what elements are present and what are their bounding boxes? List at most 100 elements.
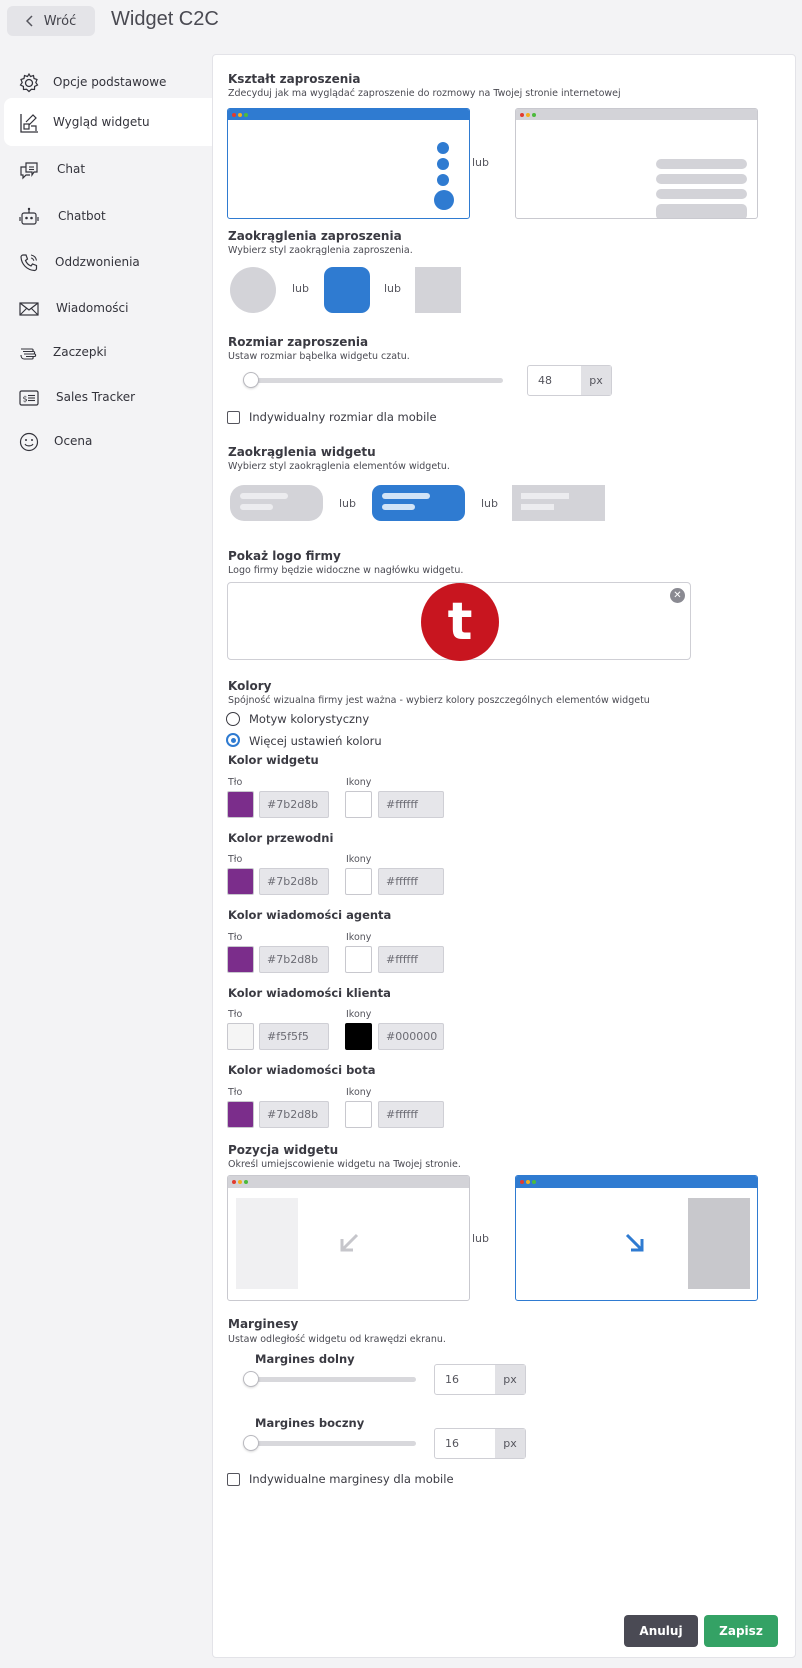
- margin-side-input[interactable]: 16 px: [434, 1428, 526, 1459]
- sidebar-item-label: Wiadomości: [56, 301, 129, 315]
- bg-color-value[interactable]: #7b2d8b: [259, 791, 329, 818]
- color-group-title: Kolor wiadomości klienta: [228, 986, 391, 1000]
- sidebar-item-label: Zaczepki: [53, 345, 107, 359]
- bg-color-swatch[interactable]: [227, 946, 254, 973]
- sidebar-item-callbacks[interactable]: Oddzwonienia: [4, 238, 212, 286]
- back-label: Wróć: [43, 13, 77, 29]
- sidebar-item-chatbot[interactable]: Chatbot: [4, 192, 212, 240]
- widget-rounding-square-option[interactable]: [512, 485, 605, 521]
- icons-label: Ikony: [346, 1009, 372, 1020]
- sidebar-item-hooks[interactable]: Zaczepki: [4, 328, 212, 376]
- widget-rounding-round-option[interactable]: [230, 485, 323, 521]
- sidebar-item-messages[interactable]: Wiadomości: [4, 284, 212, 332]
- widget-rounding-medium-option[interactable]: [372, 485, 465, 521]
- icons-color-swatch[interactable]: [345, 946, 372, 973]
- remove-logo-icon[interactable]: ✕: [670, 588, 685, 603]
- margin-side-value[interactable]: 16: [435, 1429, 495, 1458]
- more-colors-radio-label: Więcej ustawień koloru: [249, 734, 382, 748]
- invitation-size-slider-handle[interactable]: [243, 372, 259, 388]
- invitation-size-input[interactable]: 48 px: [527, 365, 612, 396]
- bg-color-swatch[interactable]: [227, 791, 254, 818]
- bg-color-value[interactable]: #f5f5f5: [259, 1023, 329, 1050]
- mobile-margins-checkbox[interactable]: [227, 1473, 240, 1486]
- invitation-shape-desc: Zdecyduj jak ma wyglądać zaproszenie do …: [228, 88, 621, 99]
- invitation-size-slider-track[interactable]: [246, 378, 503, 383]
- more-colors-radio[interactable]: [226, 733, 240, 747]
- margin-side-slider-handle[interactable]: [243, 1435, 259, 1451]
- bg-color-value[interactable]: #7b2d8b: [259, 1101, 329, 1128]
- save-button[interactable]: Zapisz: [704, 1615, 778, 1647]
- margin-bottom-slider-handle[interactable]: [243, 1371, 259, 1387]
- sidebar-item-label: Sales Tracker: [56, 390, 136, 404]
- invitation-rounding-desc: Wybierz styl zaokrąglenia zaproszenia.: [228, 245, 413, 256]
- position-right-option[interactable]: [515, 1175, 758, 1301]
- icons-color-swatch[interactable]: [345, 868, 372, 895]
- sidebar-item-label: Wygląd widgetu: [53, 115, 150, 129]
- icons-color-value[interactable]: #ffffff: [378, 946, 444, 973]
- or-label: lub: [481, 497, 499, 510]
- invitation-shape-bubbles-option[interactable]: [227, 108, 470, 219]
- position-title: Pozycja widgetu: [228, 1143, 339, 1157]
- color-group-title: Kolor przewodni: [228, 831, 334, 845]
- rounding-rounded-option[interactable]: [324, 267, 370, 313]
- arrow-down-left-icon: [340, 1233, 359, 1252]
- colors-title: Kolory: [228, 679, 272, 693]
- margin-side-unit: px: [495, 1429, 525, 1458]
- gear-icon: [19, 72, 39, 93]
- envelope-icon: [19, 302, 39, 316]
- icons-color-swatch[interactable]: [345, 1023, 372, 1050]
- icons-color-value[interactable]: #000000: [378, 1023, 444, 1050]
- logo-desc: Logo firmy będzie widoczne w nagłówku wi…: [228, 565, 464, 576]
- theme-radio[interactable]: [226, 712, 240, 726]
- bg-color-swatch[interactable]: [227, 1023, 254, 1050]
- arrow-down-right-icon: [625, 1233, 644, 1252]
- bg-color-value[interactable]: #7b2d8b: [259, 868, 329, 895]
- margins-desc: Ustaw odległość widgetu od krawędzi ekra…: [228, 1334, 446, 1345]
- invitation-rounding-title: Zaokrąglenia zaproszenia: [228, 229, 402, 243]
- sidebar-item-rating[interactable]: Ocena: [4, 417, 212, 465]
- logo-upload-box[interactable]: t ✕: [227, 582, 691, 661]
- margins-title: Marginesy: [228, 1317, 299, 1331]
- sidebar-item-label: Oddzwonienia: [55, 255, 140, 269]
- bg-color-swatch[interactable]: [227, 868, 254, 895]
- icons-color-value[interactable]: #ffffff: [378, 1101, 444, 1128]
- bg-label: Tło: [228, 1087, 243, 1098]
- invitation-shape-title: Kształt zaproszenia: [228, 72, 361, 86]
- sidebar-item-sales-tracker[interactable]: $ Sales Tracker: [4, 373, 212, 421]
- margin-side-label: Margines boczny: [255, 1416, 365, 1430]
- margin-bottom-slider-track[interactable]: [246, 1377, 416, 1382]
- chat-icon: [20, 162, 38, 180]
- widget-rounding-title: Zaokrąglenia widgetu: [228, 445, 376, 459]
- or-label: lub: [292, 282, 310, 295]
- bg-label: Tło: [228, 777, 243, 788]
- bg-color-value[interactable]: #7b2d8b: [259, 946, 329, 973]
- bg-color-swatch[interactable]: [227, 1101, 254, 1128]
- icons-color-swatch[interactable]: [345, 1101, 372, 1128]
- rounding-circle-option[interactable]: [230, 267, 276, 313]
- back-button[interactable]: Wróć: [7, 6, 95, 36]
- sidebar-item-label: Chatbot: [58, 209, 106, 223]
- icons-color-value[interactable]: #ffffff: [378, 791, 444, 818]
- position-left-option[interactable]: [227, 1175, 470, 1301]
- icons-color-value[interactable]: #ffffff: [378, 868, 444, 895]
- invitation-size-value[interactable]: 48: [528, 366, 581, 395]
- cancel-button[interactable]: Anuluj: [624, 1615, 698, 1647]
- sidebar-item-chat[interactable]: Chat: [4, 145, 212, 193]
- invitation-shape-bars-option[interactable]: [515, 108, 758, 219]
- invitation-size-desc: Ustaw rozmiar bąbelka widgetu czatu.: [228, 351, 410, 362]
- color-group-title: Kolor wiadomości agenta: [228, 908, 392, 922]
- rounding-square-option[interactable]: [415, 267, 461, 313]
- margin-bottom-label: Margines dolny: [255, 1352, 355, 1366]
- mobile-size-checkbox[interactable]: [227, 411, 240, 424]
- or-label: lub: [472, 1232, 490, 1245]
- margin-bottom-input[interactable]: 16 px: [434, 1364, 526, 1395]
- margin-bottom-value[interactable]: 16: [435, 1365, 495, 1394]
- icons-color-swatch[interactable]: [345, 791, 372, 818]
- bg-label: Tło: [228, 932, 243, 943]
- invitation-size-unit: px: [581, 366, 611, 395]
- margin-side-slider-track[interactable]: [246, 1441, 416, 1446]
- color-group-title: Kolor wiadomości bota: [228, 1063, 376, 1077]
- sidebar-item-widget-appearance[interactable]: Wygląd widgetu: [4, 98, 212, 146]
- svg-text:$: $: [23, 395, 28, 404]
- or-label: lub: [472, 156, 490, 169]
